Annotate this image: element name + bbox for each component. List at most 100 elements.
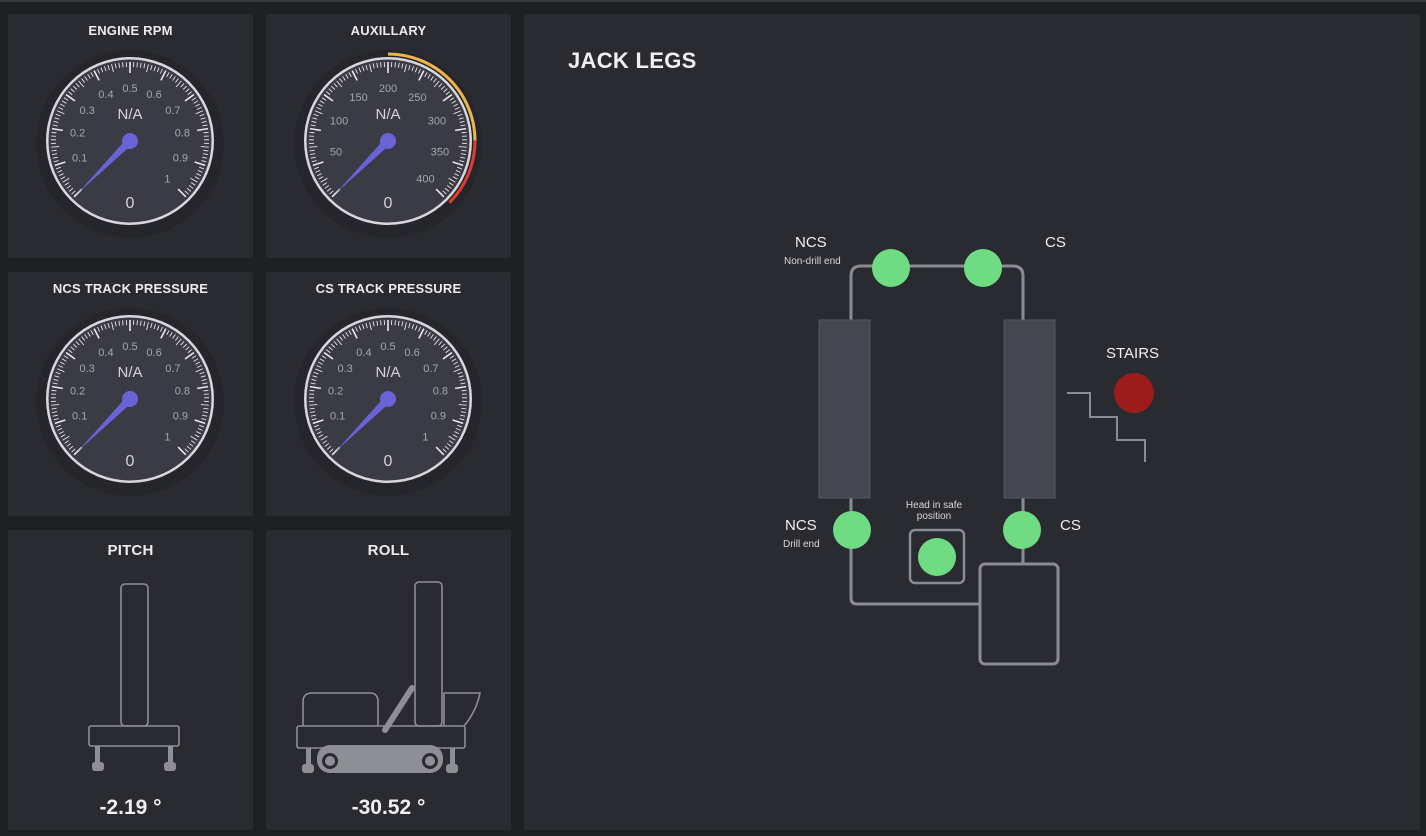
roll-rig-illustration <box>296 581 481 773</box>
gauge-tick <box>309 389 315 392</box>
gauge-scale-label: 0.2 <box>70 386 85 398</box>
jack-legs-panel: JACK LEGS NCS Non-drill end CS STAIRS NC… <box>524 14 1420 830</box>
jack-legs-diagram <box>818 249 1154 666</box>
gauge-scale-label: 350 <box>431 146 449 158</box>
ncs-bottom-sublabel: Drill end <box>783 539 820 550</box>
gauge-scale-label: 50 <box>330 146 342 158</box>
ncs-track-pressure-gauge: 0.1 0.2 0.3 0.4 0.5 0.6 0.7 0.8 0.91 N/A 0 <box>36 308 224 496</box>
gauge-scale-label: 0.1 <box>72 410 87 422</box>
gauge-scale-label: 1 <box>164 431 170 443</box>
gauge-needle-hub <box>122 133 138 149</box>
gauge-scale-label: 0.6 <box>146 89 161 101</box>
gauge-tick <box>461 389 467 392</box>
gauge-scale-label: 250 <box>408 92 426 104</box>
gauge-scale-label: 0.9 <box>173 410 188 422</box>
gauge-tick <box>203 389 209 392</box>
gauge-scale-label: 0.9 <box>173 152 188 164</box>
gauge-center-text: N/A <box>375 364 400 381</box>
gauge-panel-ncs-track-pressure: NCS TRACK PRESSURE 0.1 0.2 0.3 0.4 0.5 0.6 0.7… <box>8 272 253 516</box>
gauge-needle-hub <box>122 391 138 407</box>
gauge-center-text: N/A <box>117 364 142 381</box>
gauge-panel-engine-rpm: ENGINE RPM 0.1 0.2 0.3 0.4 0.5 0.6 0.7 0.8 0.9 1 N… <box>8 14 253 258</box>
gauge-scale-label: 0.7 <box>423 363 438 375</box>
gauge-tick <box>51 404 60 406</box>
gauge-tick <box>461 407 467 410</box>
gauge-scale-label: 1 <box>164 173 170 185</box>
gauge-tick <box>461 149 467 152</box>
gauge-scale-label: 0.7 <box>165 105 180 117</box>
gauge-scale-label: 0.5 <box>122 83 137 95</box>
gauge-value-text: 0 <box>126 453 135 470</box>
gauge-tick <box>203 149 209 152</box>
gauge-scale-label: 0.5 <box>122 341 137 353</box>
gauge-panel-auxillary: AUXILLARY 50 100 150 200 250 300 350 400 N/A 0 <box>266 14 511 258</box>
gauge-tick <box>203 407 209 410</box>
gauge-scale-label: 0.3 <box>337 363 352 375</box>
gauge-tick <box>309 149 315 152</box>
gauge-scale-label: 0.3 <box>79 363 94 375</box>
gauge-tick <box>51 389 57 392</box>
gauge-tick <box>203 131 209 134</box>
gauge-scale-label: 1 <box>422 431 428 443</box>
gauge-center-text: N/A <box>375 106 400 123</box>
gauge-panel-cs-track-pressure: CS TRACK PRESSURE 0.1 0.2 0.3 0.4 0.5 0.6 0.7 0… <box>266 272 511 516</box>
auxillary-gauge: 50 100150 200 250300 350 400 N/A 0 <box>294 50 482 238</box>
cs-bottom-label: CS <box>1060 517 1081 534</box>
pitch-panel: PITCH -2.19 ° <box>8 530 253 830</box>
stairs-label: STAIRS <box>1106 345 1160 362</box>
gauge-scale-label: 0.4 <box>356 347 371 359</box>
ncs-leg <box>818 319 871 499</box>
gauge-scale-label: 0.6 <box>404 347 419 359</box>
cs-track-pressure-gauge: 0.1 0.2 0.3 0.4 0.5 0.6 0.7 0.8 0.91 N/A 0 <box>294 308 482 496</box>
gauge-tick <box>51 407 57 410</box>
gauge-scale-label: 200 <box>379 83 397 95</box>
ncs-top-label: NCS <box>795 234 827 251</box>
gauge-scale-label: 0.7 <box>165 363 180 375</box>
cs-leg <box>1003 319 1056 499</box>
gauge-center-text: N/A <box>117 106 142 123</box>
gauge-scale-label: 0.3 <box>79 105 94 117</box>
gauge-tick <box>200 404 209 406</box>
gauge-scale-label: 400 <box>416 173 434 185</box>
top-border <box>0 0 1426 2</box>
gauge-tick <box>309 131 315 134</box>
pitch-rig-illustration <box>88 583 180 771</box>
engine-rpm-gauge: 0.1 0.2 0.3 0.4 0.5 0.6 0.7 0.8 0.91 N/A 0 <box>36 50 224 238</box>
gauge-scale-label: 0.5 <box>380 341 395 353</box>
gauge-scale-label: 0.8 <box>175 128 190 140</box>
gauge-scale-label: 0.9 <box>431 410 446 422</box>
ncs-bottom-label: NCS <box>785 517 817 534</box>
gauge-tick <box>200 146 209 148</box>
gauge-value-text: 0 <box>384 195 393 212</box>
gauge-tick <box>309 146 318 148</box>
head-safe-label: Head in safe position <box>905 500 963 522</box>
gauge-scale-label: 0.2 <box>328 386 343 398</box>
ncs-bottom-indicator <box>833 511 871 549</box>
gauge-scale-label: 0.4 <box>98 347 113 359</box>
gauge-scale-label: 0.6 <box>146 347 161 359</box>
roll-value: -30.52 ° <box>351 796 426 819</box>
gauge-tick <box>309 404 318 406</box>
head-safe-indicator <box>918 538 956 576</box>
cs-bottom-indicator <box>1003 511 1041 549</box>
cs-top-indicator <box>964 249 1002 287</box>
gauge-tick <box>309 407 315 410</box>
gauge-tick <box>51 146 60 148</box>
gauge-scale-label: 0.1 <box>72 152 87 164</box>
gauge-scale-label: 0.8 <box>175 386 190 398</box>
gauge-tick <box>51 149 57 152</box>
gauge-tick <box>458 404 467 406</box>
stairs-indicator <box>1114 373 1154 413</box>
gauge-tick <box>458 146 467 148</box>
gauge-scale-label: 0.1 <box>330 410 345 422</box>
gauge-value-text: 0 <box>126 195 135 212</box>
gauge-needle-hub <box>380 391 396 407</box>
gauge-scale-label: 100 <box>330 116 348 128</box>
gauge-scale-label: 0.4 <box>98 89 113 101</box>
gauge-scale-label: 0.2 <box>70 128 85 140</box>
cs-top-label: CS <box>1045 234 1066 251</box>
gauge-scale-label: 150 <box>349 92 367 104</box>
ncs-top-indicator <box>872 249 910 287</box>
pitch-value: -2.19 ° <box>99 796 162 819</box>
ncs-top-sublabel: Non-drill end <box>784 256 841 267</box>
